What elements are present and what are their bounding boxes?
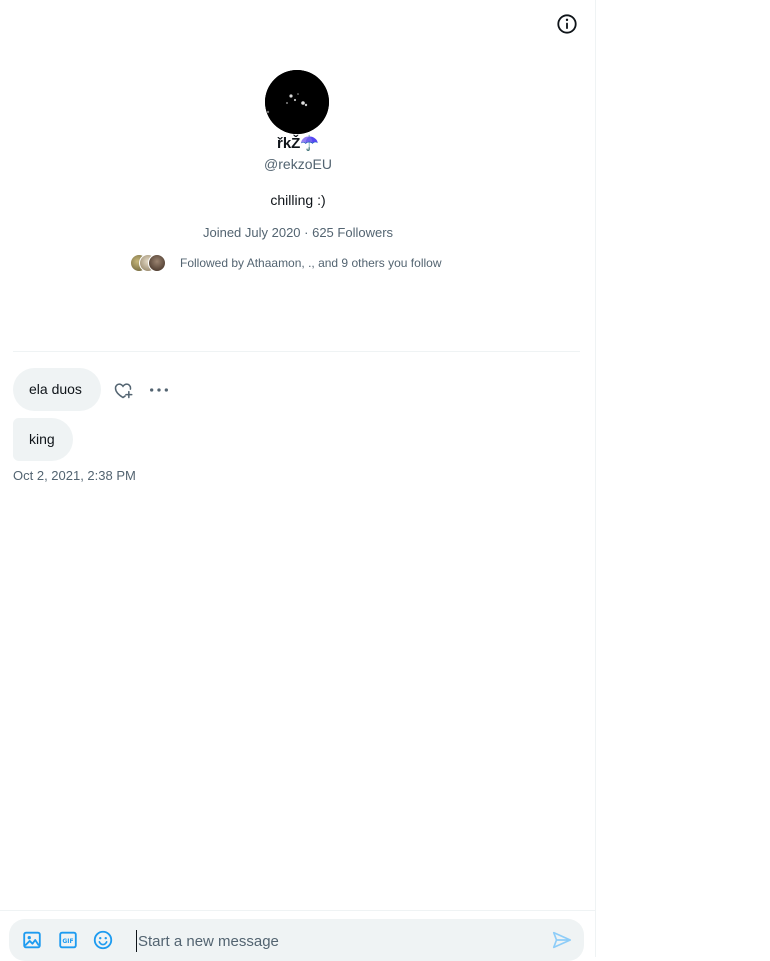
conversation-pane: řkŽ☂️ @rekzoEU chilling :) Joined July 2… [0, 0, 596, 961]
profile-meta: Joined July 2020 · 625 Followers [202, 225, 394, 240]
profile-handle[interactable]: @rekzoEU [0, 156, 596, 172]
heart-plus-icon [114, 383, 133, 399]
react-button[interactable] [113, 380, 133, 400]
info-icon [557, 14, 577, 34]
svg-text:GIF: GIF [62, 938, 73, 945]
profile-divider [13, 351, 580, 352]
profile-name[interactable]: řkŽ☂️ [0, 134, 596, 152]
follower-avatars [130, 254, 166, 272]
send-button[interactable] [551, 929, 573, 951]
umbrella-emoji: ☂️ [300, 135, 320, 152]
composer-divider [0, 910, 596, 911]
message-composer: GIF [9, 919, 584, 961]
send-icon [552, 931, 572, 949]
message-timestamp: Oct 2, 2021, 2:38 PM [13, 468, 136, 483]
media-button[interactable] [21, 929, 43, 951]
message-bubble[interactable]: king [13, 418, 73, 461]
gif-button[interactable]: GIF [57, 929, 79, 951]
follower-avatar [148, 254, 166, 272]
profile-bio: chilling :) [270, 192, 326, 208]
avatar-image [265, 70, 329, 134]
emoji-icon [93, 930, 113, 950]
message-input[interactable] [136, 930, 540, 952]
more-horizontal-icon [150, 388, 168, 392]
profile-avatar[interactable] [265, 70, 329, 134]
message-bubble[interactable]: ela duos [13, 368, 101, 411]
message-more-button[interactable] [148, 380, 170, 400]
image-icon [23, 931, 41, 949]
profile-name-text: řkŽ [276, 135, 301, 152]
emoji-button[interactable] [92, 929, 114, 951]
followed-by-row[interactable]: Followed by Athaamon, ., and 9 others yo… [130, 254, 442, 272]
conversation-info-button[interactable] [556, 13, 578, 35]
followed-by-text: Followed by Athaamon, ., and 9 others yo… [180, 256, 442, 270]
gif-icon: GIF [59, 931, 77, 949]
